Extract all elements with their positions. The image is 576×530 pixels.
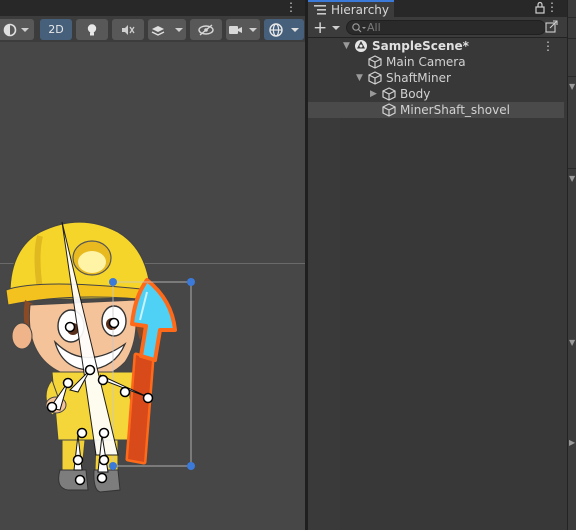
hierarchy-list-icon [314, 5, 326, 15]
tree-row-main-camera[interactable]: Main Camera [308, 54, 564, 70]
inspector-divider [568, 38, 576, 39]
foldout-arrow-icon[interactable]: ▼ [569, 338, 575, 347]
plus-icon: + [313, 17, 328, 38]
tree-item-label: MinerShaft_shovel [400, 103, 510, 117]
create-add-button[interactable]: + [313, 19, 343, 36]
chevron-down-icon [332, 25, 341, 30]
inspector-divider [568, 168, 576, 169]
tree-row-body[interactable]: ▶ Body [308, 86, 564, 102]
scene-name: SampleScene* [372, 39, 469, 53]
expand-arrow-icon[interactable]: ▼ [343, 41, 350, 51]
gameobject-cube-icon [382, 103, 396, 117]
inspector-panel-edge[interactable]: ▼ ▼ ▼ ▶ [567, 0, 576, 530]
gameobject-cube-icon [368, 71, 382, 85]
foldout-arrow-icon[interactable]: ▼ [569, 82, 575, 91]
unity-scene-icon [355, 40, 367, 52]
scene-filter-icon[interactable] [545, 20, 559, 34]
gameobject-cube-icon [382, 87, 396, 101]
tab-hierarchy[interactable]: Hierarchy [308, 0, 394, 17]
tree-item-label: ShaftMiner [386, 71, 451, 85]
tree-row-shaftminer[interactable]: ▼ ShaftMiner [308, 70, 564, 86]
rect-handle-bottom-left [109, 462, 117, 470]
rect-handle-bottom-right [187, 462, 195, 470]
tree-item-label: Main Camera [386, 55, 466, 69]
foldout-arrow-icon[interactable]: ▶ [569, 438, 575, 447]
inspector-divider [568, 17, 576, 18]
tree-row-minershaft-shovel[interactable]: MinerShaft_shovel [308, 102, 564, 118]
miner-sprite-canvas [5, 221, 195, 493]
hierarchy-tab-bar: Hierarchy ⋮ [308, 0, 567, 17]
scene-options-icon[interactable]: ⋮ [542, 39, 554, 53]
inspector-divider [568, 76, 576, 77]
rect-handle-top-left [109, 278, 117, 286]
hierarchy-menu-icon[interactable]: ⋮ [546, 0, 558, 14]
gameobject-cube-icon [368, 55, 382, 69]
hierarchy-tab-label: Hierarchy [331, 2, 390, 17]
foldout-arrow-icon[interactable]: ▼ [569, 174, 575, 183]
rect-handle-top-right [187, 278, 195, 286]
search-icon [352, 23, 366, 33]
expand-arrow-icon[interactable]: ▼ [356, 73, 363, 83]
collapse-arrow-icon[interactable]: ▶ [370, 89, 377, 99]
hierarchy-search[interactable] [346, 20, 546, 35]
scene-view[interactable]: ⋮ 2D [0, 0, 305, 530]
tree-item-label: Body [400, 87, 431, 101]
hierarchy-panel: Hierarchy ⋮ + All ▼ SampleScene* ⋮ Main … [308, 0, 567, 530]
search-input[interactable] [367, 21, 537, 34]
lock-icon[interactable] [535, 1, 545, 14]
hierarchy-toolbar: + [308, 17, 567, 38]
tree-row-scene[interactable]: ▼ SampleScene* ⋮ [308, 38, 564, 54]
shovel-sprite[interactable] [125, 278, 177, 465]
